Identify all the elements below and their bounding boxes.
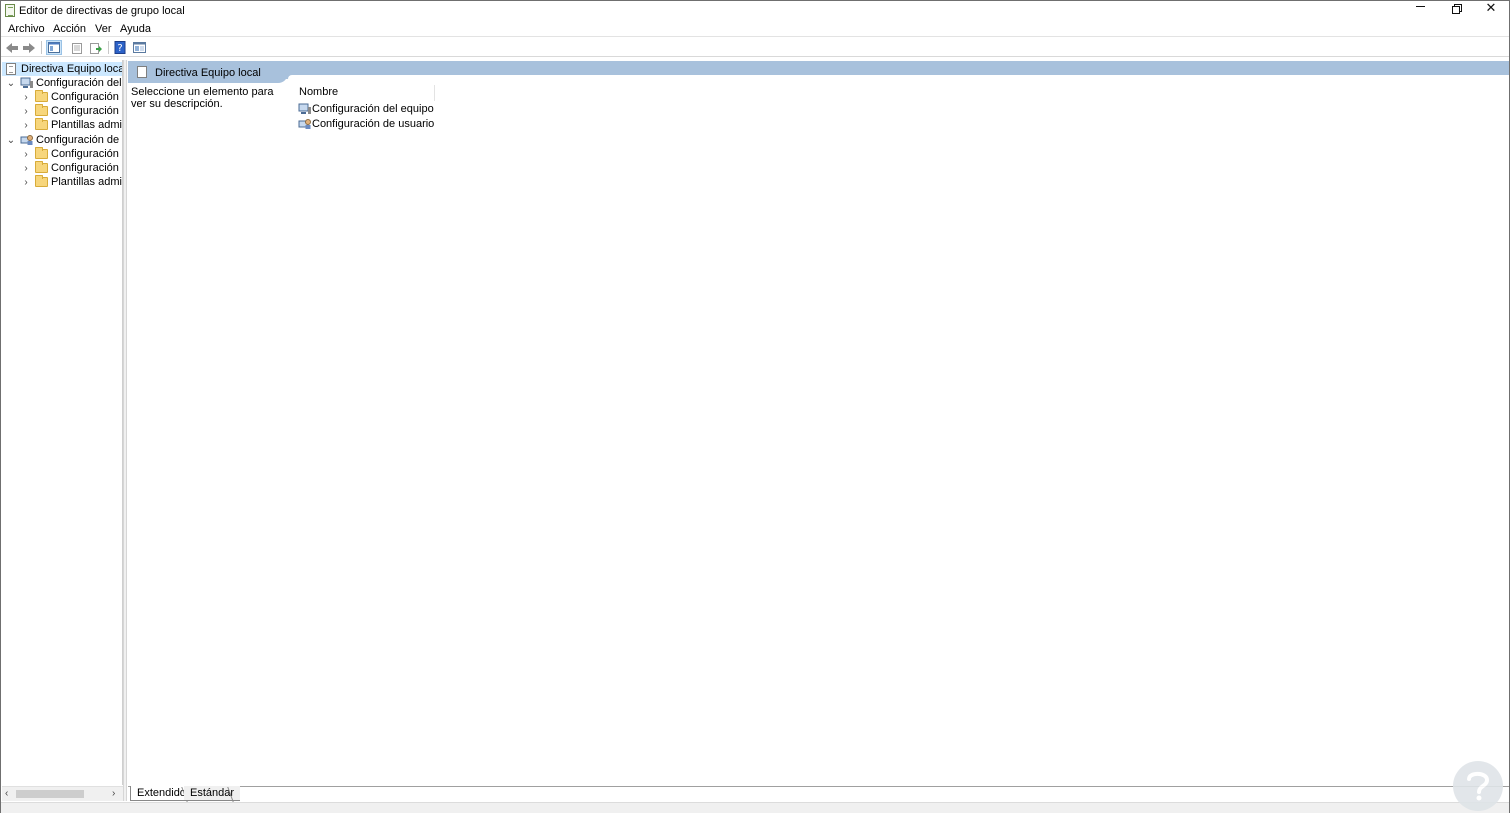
folder-icon (35, 118, 48, 130)
tree-item-computer-admin-templates[interactable]: › Plantillas administrativas (2, 118, 122, 132)
question-mark-icon (1467, 771, 1490, 801)
tree-label: Configuración de Windows (51, 162, 122, 174)
folder-icon (35, 104, 48, 116)
minimize-button[interactable] (1403, 1, 1437, 20)
folder-icon (35, 161, 48, 173)
tree-label: Configuración de software (51, 148, 122, 160)
export-list-button[interactable] (88, 40, 104, 55)
computer-config-icon (20, 77, 33, 88)
show-tree-icon (48, 42, 60, 53)
folder-icon (35, 175, 48, 187)
policy-icon (6, 63, 16, 75)
back-button[interactable] (4, 40, 20, 55)
app-window: Editor de directivas de grupo local ✕ Ar… (0, 0, 1510, 813)
computer-config-icon (298, 103, 311, 114)
chevron-down-icon[interactable]: ⌄ (6, 76, 16, 90)
chevron-right-icon[interactable]: › (21, 104, 31, 118)
tree-label: Configuración de usuario (36, 134, 122, 146)
tree-item-computer-software[interactable]: › Configuración de software (2, 90, 122, 104)
tree-label: Plantillas administrativas (51, 119, 122, 131)
scroll-right-icon[interactable]: › (112, 788, 115, 799)
menu-bar: Archivo Acción Ver Ayuda (1, 20, 1509, 37)
folder-icon (35, 90, 48, 102)
view-tabs: Extendido Estándar (128, 786, 1509, 802)
user-config-icon (298, 119, 311, 129)
view-icon (132, 42, 146, 53)
tree-label: Configuración del equipo (36, 77, 122, 89)
chevron-right-icon[interactable]: › (21, 90, 31, 104)
details-pane: Directiva Equipo local Seleccione un ele… (128, 61, 1509, 786)
folder-icon (35, 147, 48, 159)
tree-item-user-windows[interactable]: › Configuración de Windows (2, 161, 122, 175)
tree-label: Directiva Equipo local (21, 63, 123, 75)
menu-ayuda[interactable]: Ayuda (120, 23, 151, 35)
restore-icon (1451, 3, 1462, 14)
back-arrow-icon (6, 42, 18, 53)
description-text: Seleccione un elemento para ver su descr… (131, 86, 274, 110)
tree-root[interactable]: Directiva Equipo local (2, 62, 122, 76)
window-title: Editor de directivas de grupo local (19, 5, 185, 17)
tree-label: Plantillas administrativas (51, 176, 122, 188)
list-item-label: Configuración de usuario (312, 118, 435, 130)
minimize-icon (1415, 6, 1425, 7)
close-icon: ✕ (1485, 0, 1497, 15)
tree-label: Configuración de software (51, 91, 122, 103)
header-curve (288, 75, 1509, 79)
menu-archivo[interactable]: Archivo (8, 23, 45, 35)
chevron-right-icon[interactable]: › (21, 161, 31, 175)
help-icon: ? (114, 41, 126, 54)
scroll-thumb[interactable] (16, 790, 84, 798)
user-config-icon (20, 135, 33, 145)
toolbar-separator (41, 41, 42, 54)
chevron-right-icon[interactable]: › (21, 147, 31, 161)
forward-arrow-icon (23, 42, 35, 53)
view-button[interactable] (131, 40, 147, 55)
status-bar (1, 802, 1509, 813)
chevron-right-icon[interactable]: › (21, 175, 31, 189)
watermark-logo (1453, 761, 1503, 811)
chevron-down-icon[interactable]: ⌄ (6, 133, 16, 147)
title-bar: Editor de directivas de grupo local ✕ (1, 0, 1509, 20)
tree-item-user-admin-templates[interactable]: › Plantillas administrativas (2, 175, 122, 189)
tree-horizontal-scrollbar[interactable]: ‹ › (2, 786, 123, 801)
forward-button[interactable] (21, 40, 37, 55)
list-item[interactable]: Configuración de usuario (296, 117, 436, 132)
column-header-nombre[interactable]: Nombre (293, 85, 435, 101)
show-hide-tree-button[interactable] (46, 40, 62, 55)
svg-text:?: ? (117, 43, 122, 54)
menu-ver[interactable]: Ver (95, 23, 112, 35)
list-item-label: Configuración del equipo (312, 103, 434, 115)
tree-item-user-config[interactable]: ⌄ Configuración de usuario (2, 133, 122, 147)
export-list-icon (90, 42, 102, 54)
console-tree: Directiva Equipo local ⌄ Configuración d… (2, 60, 123, 785)
properties-icon (72, 42, 82, 54)
toolbar-separator (108, 41, 109, 54)
chevron-right-icon[interactable]: › (21, 118, 31, 132)
scroll-left-icon[interactable]: ‹ (5, 788, 8, 799)
pane-splitter[interactable] (123, 60, 127, 801)
tree-item-user-software[interactable]: › Configuración de software (2, 147, 122, 161)
close-button[interactable]: ✕ (1474, 0, 1508, 20)
policy-icon (137, 66, 147, 78)
tree-label: Configuración de Windows (51, 105, 122, 117)
details-header-title: Directiva Equipo local (155, 67, 261, 79)
properties-button[interactable] (69, 40, 85, 55)
toolbar: ? (1, 38, 1509, 57)
policy-editor-icon (5, 4, 15, 17)
menu-accion[interactable]: Acción (53, 23, 86, 35)
column-header-label: Nombre (299, 86, 339, 98)
tree-item-computer-windows[interactable]: › Configuración de Windows (2, 104, 122, 118)
tree-item-computer-config[interactable]: ⌄ Configuración del equipo (2, 76, 122, 90)
help-button[interactable]: ? (112, 40, 128, 55)
restore-button[interactable] (1439, 1, 1473, 20)
list-item[interactable]: Configuración del equipo (296, 102, 436, 117)
